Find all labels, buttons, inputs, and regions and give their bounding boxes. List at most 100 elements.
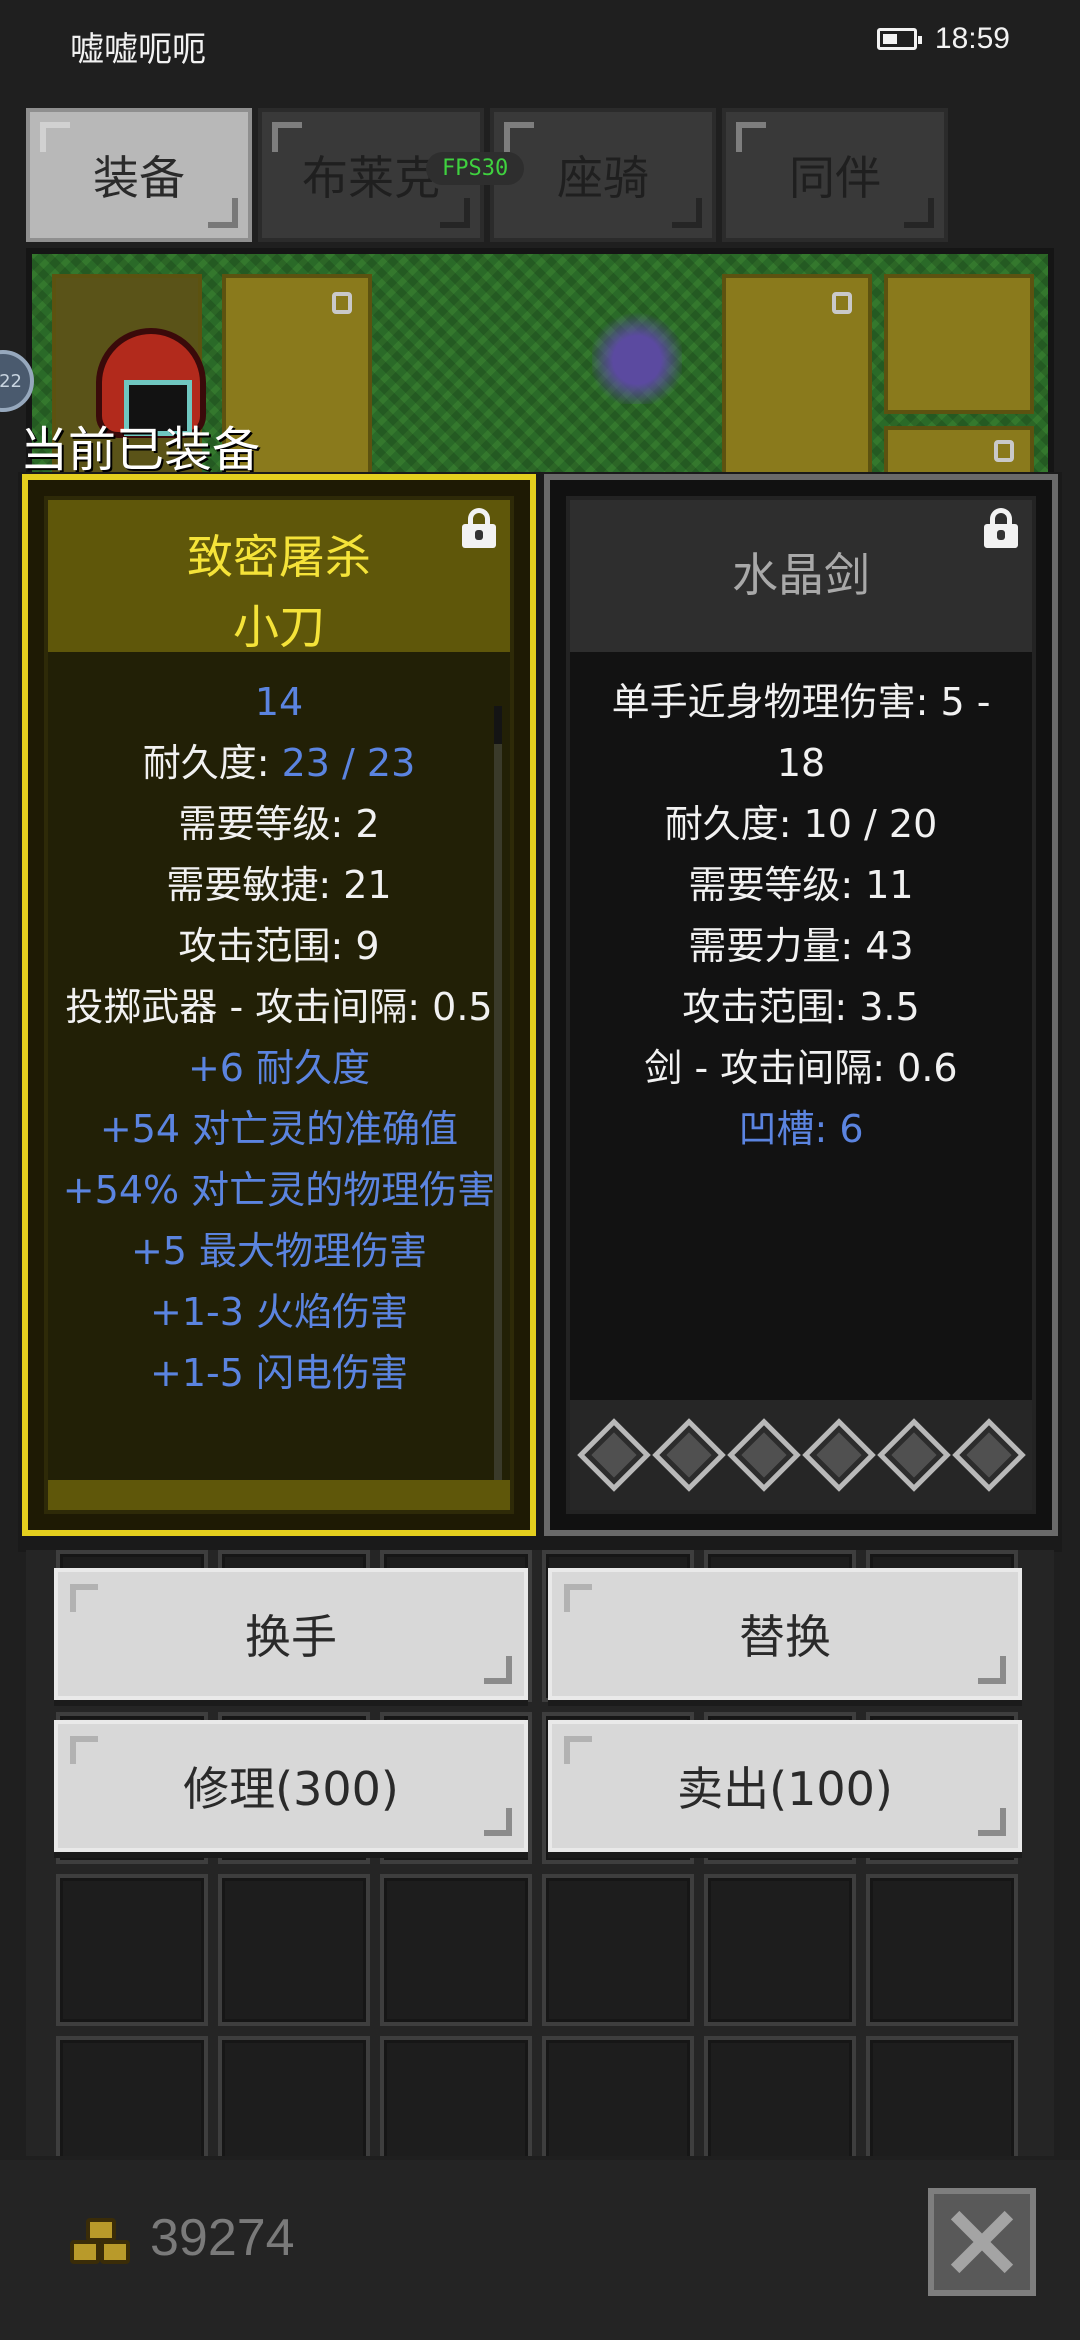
stat-line: 18 <box>776 741 826 785</box>
stats-scrollbar[interactable] <box>494 706 502 1496</box>
socket-icon <box>651 1418 726 1492</box>
stat-line: 需要敏捷: 21 <box>166 863 392 907</box>
plant-decoration <box>592 294 682 404</box>
equipped-item-card[interactable]: 致密屠杀 小刀 14 耐久度: 23 / 23 需要等级: 2 需要敏捷: 21… <box>22 474 536 1536</box>
button-label: 修理(300) <box>183 1762 399 1816</box>
socket-row <box>570 1400 1032 1510</box>
stat-line-durability: 耐久度: 23 / 23 <box>48 733 510 794</box>
inventory-slot[interactable] <box>380 1874 532 2026</box>
corner-decoration <box>484 1656 512 1684</box>
corner-decoration <box>484 1808 512 1836</box>
gold-coin-icon <box>70 2218 134 2270</box>
stat-line: +5 最大物理伤害 <box>130 1229 428 1273</box>
inventory-slot[interactable] <box>704 1874 856 2026</box>
stat-line: 攻击范围: 3.5 <box>682 985 920 1029</box>
gold-amount: 39274 <box>150 2209 295 2267</box>
fps-counter: FPS30 <box>426 152 525 185</box>
inventory-slot[interactable] <box>866 2036 1018 2156</box>
corner-decoration <box>564 1736 592 1764</box>
tab-mount[interactable]: 座骑 <box>490 108 716 242</box>
item-name-line2: 小刀 <box>233 600 325 654</box>
stat-line: 耐久度: 10 / 20 <box>664 802 938 846</box>
button-label: 替换 <box>739 1610 831 1664</box>
corner-decoration <box>978 1808 1006 1836</box>
stat-line-sockets: 凹槽: 6 <box>738 1107 864 1151</box>
tab-label: 同伴 <box>789 151 881 205</box>
equip-slot-ring[interactable] <box>884 426 1034 472</box>
corner-decoration <box>672 198 702 228</box>
inventory-slot[interactable] <box>218 2036 370 2156</box>
equipped-stats: 14 耐久度: 23 / 23 需要等级: 2 需要敏捷: 21 攻击范围: 9… <box>48 672 510 1404</box>
repair-button[interactable]: 修理(300) <box>54 1720 528 1852</box>
lock-icon[interactable] <box>462 508 496 548</box>
status-app-name: 嘘嘘呃呃 <box>70 30 206 70</box>
battery-icon <box>876 28 922 50</box>
socket-icon <box>876 1418 951 1492</box>
item-name-line1: 致密屠杀 <box>187 530 371 584</box>
close-icon <box>950 2210 1014 2274</box>
corner-decoration <box>978 1656 1006 1684</box>
socket-icon <box>576 1418 651 1492</box>
inventory-slot[interactable] <box>542 2036 694 2156</box>
scrollbar-thumb[interactable] <box>494 706 502 744</box>
lock-body <box>984 524 1018 548</box>
tab-label: 座骑 <box>557 151 649 205</box>
lock-icon <box>832 292 852 314</box>
coin-shape <box>100 2240 130 2264</box>
stat-line: 攻击范围: 9 <box>178 924 380 968</box>
equip-slot-amulet[interactable] <box>884 274 1034 414</box>
close-button[interactable] <box>928 2188 1036 2296</box>
compare-item-inner: 水晶剑 单手近身物理伤害: 5 - 18 耐久度: 10 / 20 需要等级: … <box>566 496 1036 1514</box>
button-label: 换手 <box>245 1610 337 1664</box>
socket-icon <box>951 1418 1026 1492</box>
button-label: 卖出(100) <box>677 1762 893 1816</box>
lock-icon[interactable] <box>984 508 1018 548</box>
stat-line: +54 对亡灵的准确值 <box>99 1107 459 1151</box>
stat-line: +1-5 闪电伤害 <box>150 1351 408 1395</box>
stat-line: 剑 - 攻击间隔: 0.6 <box>644 1046 958 1090</box>
swap-hand-button[interactable]: 换手 <box>54 1568 528 1700</box>
stat-value: 23 / 23 <box>281 741 416 785</box>
socket-icon <box>726 1418 801 1492</box>
stat-line: 需要等级: 2 <box>178 802 380 846</box>
corner-decoration <box>504 122 534 152</box>
socket-icon <box>801 1418 876 1492</box>
inventory-slot[interactable] <box>542 1874 694 2026</box>
inventory-slot[interactable] <box>380 2036 532 2156</box>
equip-slot-offhand[interactable] <box>722 274 872 472</box>
tab-label: 布莱克 <box>302 151 440 205</box>
compare-item-card[interactable]: 水晶剑 单手近身物理伤害: 5 - 18 耐久度: 10 / 20 需要等级: … <box>544 474 1058 1536</box>
inventory-slot[interactable] <box>56 1874 208 2026</box>
corner-decoration <box>440 198 470 228</box>
corner-decoration <box>70 1584 98 1612</box>
coin-shape <box>86 2218 116 2242</box>
compare-item-title: 水晶剑 <box>732 548 870 602</box>
stat-label: 耐久度: <box>142 741 282 785</box>
tab-companion[interactable]: 同伴 <box>722 108 948 242</box>
lock-body <box>462 524 496 548</box>
stat-line: 需要等级: 11 <box>688 863 914 907</box>
corner-decoration <box>40 122 70 152</box>
corner-decoration <box>272 122 302 152</box>
corner-decoration <box>904 198 934 228</box>
inventory-slot[interactable] <box>218 1874 370 2026</box>
stat-line: 单手近身物理伤害: 5 - <box>611 680 991 724</box>
lock-icon <box>994 440 1014 462</box>
replace-button[interactable]: 替换 <box>548 1568 1022 1700</box>
inventory-slot[interactable] <box>866 1874 1018 2026</box>
corner-decoration <box>736 122 766 152</box>
compare-stats: 单手近身物理伤害: 5 - 18 耐久度: 10 / 20 需要等级: 11 需… <box>570 672 1032 1160</box>
sell-button[interactable]: 卖出(100) <box>548 1720 1022 1852</box>
lock-icon <box>332 292 352 314</box>
coin-shape <box>70 2240 100 2264</box>
equipped-item-inner: 致密屠杀 小刀 14 耐久度: 23 / 23 需要等级: 2 需要敏捷: 21… <box>44 496 514 1514</box>
stat-line: 14 <box>254 680 304 724</box>
tab-equipment[interactable]: 装备 <box>26 108 252 242</box>
stat-line: +1-3 火焰伤害 <box>150 1290 408 1334</box>
stat-line: 需要力量: 43 <box>688 924 914 968</box>
inventory-slot[interactable] <box>56 2036 208 2156</box>
corner-decoration <box>564 1584 592 1612</box>
corner-decoration <box>208 198 238 228</box>
stat-line: 投掷武器 - 攻击间隔: 0.5 <box>65 985 493 1029</box>
inventory-slot[interactable] <box>704 2036 856 2156</box>
